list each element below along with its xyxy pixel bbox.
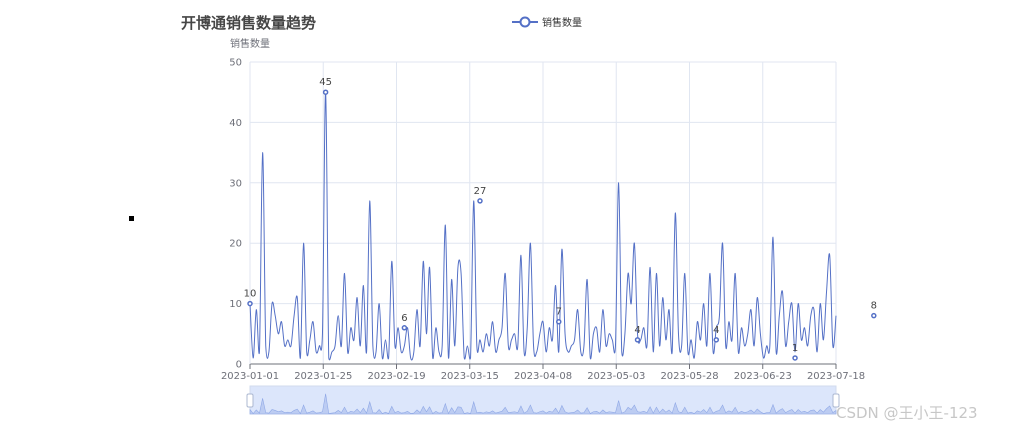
data-point[interactable] xyxy=(556,318,562,325)
data-zoom-slider[interactable] xyxy=(246,385,840,415)
x-tick-label: 2023-05-28 xyxy=(660,371,718,382)
data-point[interactable] xyxy=(713,337,720,343)
data-label: 45 xyxy=(319,77,332,88)
data-point[interactable] xyxy=(322,89,329,95)
y-tick-label: 20 xyxy=(229,239,242,250)
data-label: 8 xyxy=(871,301,877,312)
x-tick-label: 2023-06-23 xyxy=(734,371,792,382)
line-chart: 0 10 20 30 40 50 2023-01-01 2023-01-25 2023-02-1… xyxy=(221,37,877,415)
data-label: 1 xyxy=(792,343,798,354)
x-tick-label: 2023-05-03 xyxy=(587,371,645,382)
watermark: CSDN @王小王-123 xyxy=(836,404,978,422)
x-tick-label: 2023-02-19 xyxy=(367,371,425,382)
data-label: 4 xyxy=(634,325,640,336)
x-tick-label: 2023-03-15 xyxy=(441,371,499,382)
data-label: 10 xyxy=(244,289,257,300)
data-point[interactable] xyxy=(792,355,798,361)
data-point[interactable] xyxy=(871,312,877,319)
y-axis-title: 销售数量 xyxy=(230,37,270,50)
y-tick-label: 30 xyxy=(229,178,242,189)
data-label: 6 xyxy=(401,313,407,324)
data-point[interactable] xyxy=(477,198,483,204)
data-point[interactable] xyxy=(247,300,253,307)
y-tick-label: 10 xyxy=(229,299,242,310)
data-label: 4 xyxy=(713,325,719,336)
data-label: 7 xyxy=(556,307,562,318)
x-tick-label: 2023-04-08 xyxy=(514,371,572,382)
zoom-handle-left[interactable] xyxy=(246,393,254,408)
y-tick-label: 40 xyxy=(229,118,242,129)
zoom-selection-area[interactable] xyxy=(249,385,837,415)
data-point[interactable] xyxy=(401,325,408,331)
data-label: 27 xyxy=(474,186,487,197)
y-tick-label: 50 xyxy=(229,58,242,69)
y-tick-label: 0 xyxy=(236,360,242,371)
data-point[interactable] xyxy=(634,337,641,343)
x-tick-label: 2023-01-25 xyxy=(294,371,352,382)
x-tick-label: 2023-01-01 xyxy=(221,371,279,382)
x-tick-label: 2023-07-18 xyxy=(807,371,865,382)
